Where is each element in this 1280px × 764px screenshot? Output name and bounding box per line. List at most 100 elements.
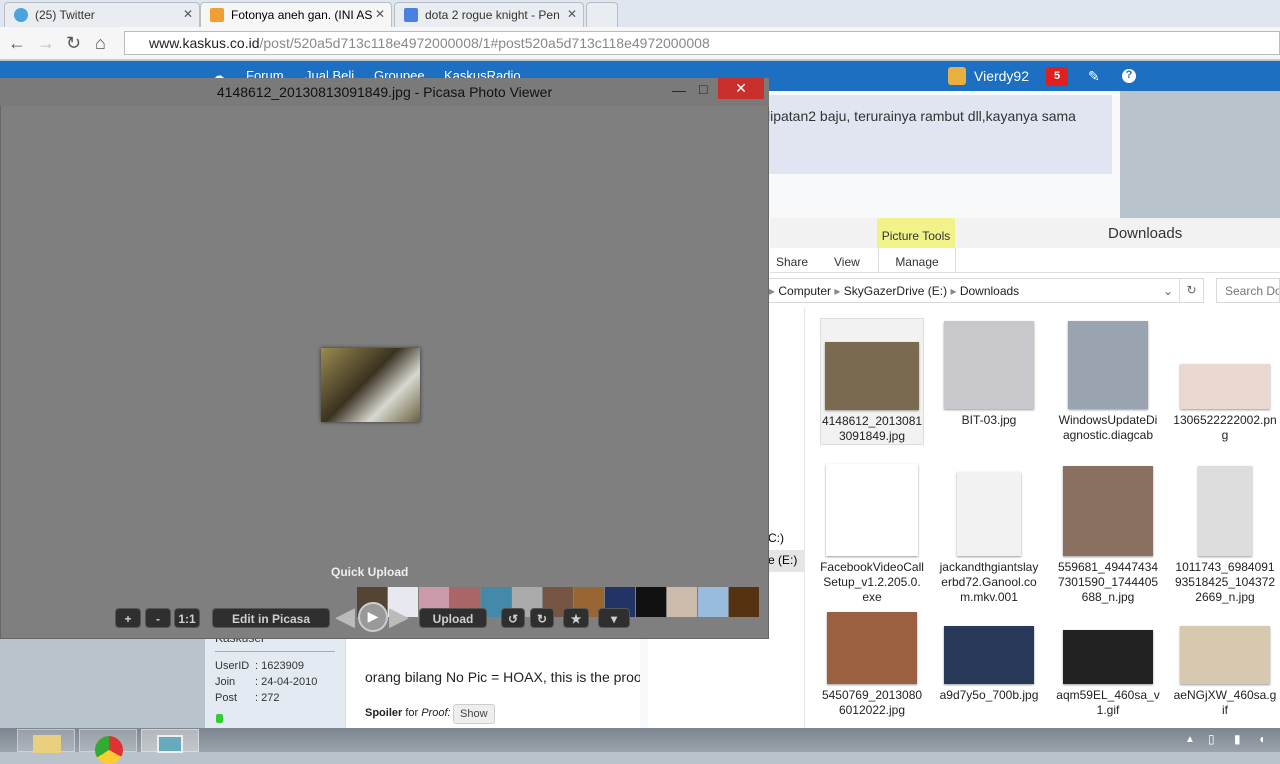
file-item[interactable]: jackandthgiantslayerbd72.Ganool.com.mkv.…: [937, 465, 1041, 605]
star-icon[interactable]: ★: [563, 608, 589, 628]
rotate-right-icon[interactable]: ↻: [530, 608, 554, 628]
network-icon[interactable]: ▮: [1234, 732, 1241, 746]
show-spoiler-button[interactable]: Show: [453, 704, 495, 724]
strip-thumbnail[interactable]: [667, 587, 697, 617]
explorer-titlebar: Picture Tools Downloads: [770, 218, 1280, 248]
power-icon[interactable]: ▯: [1208, 732, 1215, 746]
ribbon-tabs: Share View Manage: [770, 248, 1280, 273]
breadcrumb-drive[interactable]: SkyGazerDrive (E:): [844, 284, 947, 298]
forward-icon[interactable]: →: [37, 33, 55, 54]
nav-drive-e[interactable]: e (E:): [768, 550, 804, 572]
breadcrumb-downloads[interactable]: Downloads: [960, 284, 1019, 298]
file-thumbnail: [944, 321, 1034, 409]
quote-box: lipatan2 baju, terurainya rambut dll,kay…: [755, 95, 1112, 174]
thumbnail-strip[interactable]: [357, 587, 762, 617]
file-item[interactable]: aqm59EL_460sa_v1.gif: [1056, 614, 1160, 718]
file-item[interactable]: aeNGjXW_460sa.gif: [1173, 614, 1277, 718]
refresh-icon[interactable]: ↻: [1179, 279, 1203, 302]
new-tab-button[interactable]: [586, 2, 618, 27]
address-bar[interactable]: www.kaskus.co.id/post/520a5d713c118e4972…: [124, 31, 1280, 55]
taskbar-chrome[interactable]: [79, 729, 137, 764]
username[interactable]: Vierdy92: [974, 68, 1029, 84]
url-domain: www.kaskus.co.id: [149, 35, 260, 51]
maximize-icon[interactable]: □: [699, 81, 707, 97]
help-icon[interactable]: ?: [1122, 69, 1136, 83]
strip-thumbnail[interactable]: [698, 587, 728, 617]
zoom-in-button[interactable]: +: [115, 608, 141, 628]
join-label: Join: [215, 676, 236, 688]
nav-drive-c[interactable]: C:): [768, 531, 784, 545]
close-tab-icon[interactable]: ✕: [567, 7, 577, 21]
tab-twitter[interactable]: (25) Twitter ✕: [4, 2, 200, 27]
strip-thumbnail[interactable]: [729, 587, 759, 617]
next-arrow-icon[interactable]: ▶: [389, 601, 409, 632]
close-tab-icon[interactable]: ✕: [183, 7, 193, 21]
taskbar-explorer[interactable]: [17, 729, 75, 753]
taskbar: ▲ ▯ ▮ ◖: [0, 728, 1280, 764]
breadcrumb-computer[interactable]: Computer: [778, 284, 831, 298]
close-tab-icon[interactable]: ✕: [375, 7, 385, 21]
actual-size-button[interactable]: 1:1: [174, 608, 200, 628]
file-item[interactable]: 5450769_20130806012022.jpg: [820, 612, 924, 718]
spoiler-label: Spoiler: [365, 707, 403, 719]
picture-tools-label: Picture Tools: [877, 218, 955, 248]
online-indicator: [216, 714, 223, 723]
tab-kaskus[interactable]: Fotonya aneh gan. (INI AS ✕: [200, 2, 392, 27]
file-thumbnail: [1063, 466, 1153, 556]
tab-manage[interactable]: Manage: [878, 248, 956, 273]
tab-label: dota 2 rogue knight - Pen: [425, 8, 560, 22]
file-thumbnail: [957, 472, 1021, 556]
strip-thumbnail[interactable]: [636, 587, 666, 617]
notification-badge[interactable]: 5: [1046, 67, 1068, 86]
edit-in-picasa-button[interactable]: Edit in Picasa: [212, 608, 330, 628]
userid-value: : 1623909: [255, 660, 304, 672]
quick-upload-label: Quick Upload: [331, 565, 409, 579]
play-slideshow-icon[interactable]: ▶: [358, 602, 388, 632]
minimize-icon[interactable]: —: [672, 82, 686, 98]
google-icon: [404, 8, 418, 22]
quote-text: lipatan2 baju, terurainya rambut dll,kay…: [767, 108, 1076, 124]
file-name: 1306522222002.png: [1173, 413, 1277, 442]
post-value: : 272: [255, 692, 280, 704]
file-item[interactable]: WindowsUpdateDiagnostic.diagcab: [1056, 318, 1160, 443]
back-icon[interactable]: ←: [8, 33, 26, 54]
volume-icon[interactable]: ◖: [1258, 732, 1265, 746]
reload-icon[interactable]: ↻: [66, 33, 81, 54]
home-icon[interactable]: ⌂: [95, 33, 106, 54]
file-name: 5450769_20130806012022.jpg: [821, 688, 923, 717]
photo-viewer-icon: [157, 735, 183, 753]
search-input[interactable]: Search Downloads: [1216, 278, 1280, 303]
file-item[interactable]: 4148612_20130813091849.jpg: [820, 318, 924, 445]
upload-button[interactable]: Upload: [419, 608, 487, 628]
pencil-icon[interactable]: ✎: [1088, 68, 1100, 85]
tab-google[interactable]: dota 2 rogue knight - Pen ✕: [394, 2, 584, 27]
close-icon[interactable]: ✕: [718, 78, 764, 99]
file-name: 4148612_20130813091849.jpg: [821, 414, 923, 443]
explorer-address-bar[interactable]: ▸ Computer ▸ SkyGazerDrive (E:) ▸ Downlo…: [760, 278, 1204, 303]
file-thumbnail: [1068, 321, 1148, 409]
file-name: WindowsUpdateDiagnostic.diagcab: [1058, 413, 1158, 442]
file-item[interactable]: FacebookVideoCallSetup_v1.2.205.0.exe: [820, 464, 924, 605]
taskbar-picasa[interactable]: [141, 729, 199, 753]
file-item[interactable]: 1011743_698409193518425_1043722669_n.jpg: [1173, 465, 1277, 605]
userid-label: UserID: [215, 660, 250, 672]
rotate-left-icon[interactable]: ↺: [501, 608, 525, 628]
more-options-icon[interactable]: ▾: [598, 608, 630, 628]
post-text: orang bilang No Pic = HOAX, this is the …: [365, 669, 640, 685]
file-item[interactable]: a9d7y5o_700b.jpg: [937, 614, 1041, 703]
file-name: aeNGjXW_460sa.gif: [1173, 688, 1277, 717]
file-thumbnail: [826, 464, 918, 556]
url-path: /post/520a5d713c118e4972000008/1#post520…: [259, 35, 710, 51]
zoom-out-button[interactable]: -: [145, 608, 171, 628]
previous-arrow-icon[interactable]: ◀: [335, 601, 355, 632]
file-item[interactable]: 559681_494474347301590_1744405688_n.jpg: [1056, 465, 1160, 605]
chevron-down-icon[interactable]: ⌄: [1163, 284, 1173, 298]
file-item[interactable]: BIT-03.jpg: [937, 318, 1041, 428]
tab-share[interactable]: Share: [776, 255, 808, 269]
file-thumbnail: [1180, 626, 1270, 684]
file-item[interactable]: 1306522222002.png: [1173, 318, 1277, 443]
picasa-window: Quick Upload + - 1:1 Edit in Picasa ◀ ▶ …: [0, 78, 769, 639]
avatar[interactable]: [948, 67, 966, 85]
tray-expand-icon[interactable]: ▲: [1185, 734, 1195, 745]
tab-view[interactable]: View: [834, 255, 860, 269]
